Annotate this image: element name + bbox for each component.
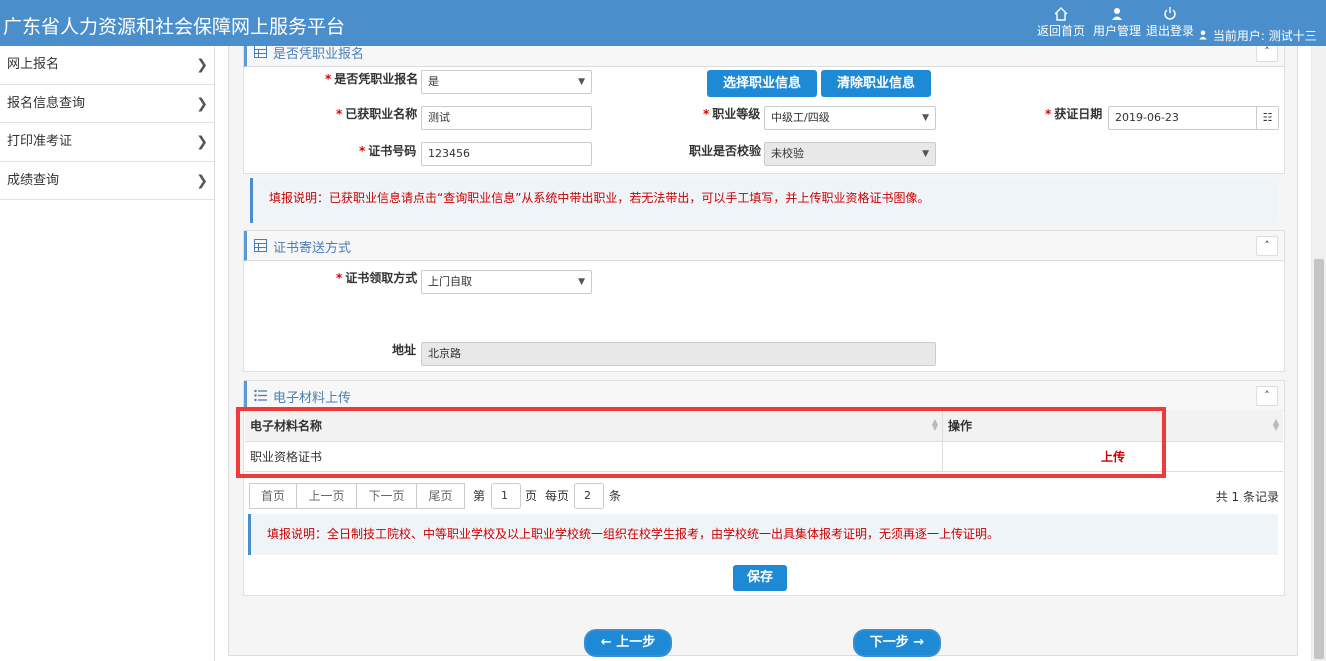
chevron-right-icon: ❯ [196, 95, 208, 112]
address-label: 地址 [392, 343, 417, 357]
verified-select: 未校验 ▼ [764, 142, 936, 166]
list-icon [254, 389, 267, 402]
page-number-input[interactable]: 1 [491, 483, 521, 509]
occupation-panel-title: 是否凭职业报名 [273, 47, 365, 62]
sidebar-item-score-query[interactable]: 成绩查询 ❯ [0, 162, 214, 200]
chevron-right-icon: ❯ [196, 172, 208, 189]
cert-no-input[interactable]: 123456 [421, 142, 592, 166]
chevron-up-icon: ˄ [1264, 389, 1270, 402]
highlight-box [236, 407, 1166, 478]
cert-no-label: * 证书号码 [359, 144, 417, 158]
home-icon [1054, 7, 1068, 21]
chevron-right-icon: ❯ [196, 134, 208, 150]
sidebar: 网上报名 ❯ 报名信息查询 ❯ 打印准考证 ❯ 成绩查询 ❯ [0, 46, 215, 661]
clear-occupation-button[interactable]: 清除职业信息 [821, 70, 931, 97]
chevron-up-icon: ˄ [1264, 46, 1270, 58]
user-management-link[interactable]: 用户管理 [1093, 6, 1141, 38]
save-button[interactable]: 保存 [733, 565, 787, 591]
user-small-icon [1199, 30, 1207, 40]
verified-label: 职业是否校验 [689, 144, 762, 158]
pager-prev-button[interactable]: 上一页 [297, 483, 357, 509]
per-page-suffix-label: 条 [609, 489, 622, 503]
pager-first-button[interactable]: 首页 [249, 483, 297, 509]
pager-next-button[interactable]: 下一页 [357, 483, 417, 509]
cert-delivery-panel-title: 证书寄送方式 [273, 241, 352, 256]
grid-icon [254, 239, 267, 252]
occupation-panel-header: 是否凭职业报名 ˄ [244, 46, 1284, 67]
next-step-button[interactable]: 下一步 → [853, 629, 941, 657]
upload-notice: 填报说明：全日制技工院校、中等职业学校及以上职业学校统一组织在校学生报考，由学校… [248, 514, 1278, 555]
is-by-occupation-label: * 是否凭职业报名 [325, 72, 419, 86]
is-by-occupation-select[interactable]: 是 ▼ [421, 70, 592, 94]
page-prefix-label: 第 [473, 489, 486, 503]
scrollbar-thumb[interactable] [1314, 259, 1324, 659]
calendar-icon[interactable]: ☷ [1256, 107, 1278, 129]
dropdown-arrow-icon: ▼ [578, 277, 585, 287]
chevron-right-icon: ❯ [196, 57, 208, 73]
address-input: 北京路 [421, 342, 936, 366]
logout-link[interactable]: 退出登录 [1146, 6, 1194, 38]
cert-delivery-panel-header: 证书寄送方式 ˄ [244, 231, 1284, 261]
per-page-prefix-label: 每页 [545, 489, 570, 503]
obtain-date-label: * 获证日期 [1045, 107, 1103, 121]
home-link[interactable]: 返回首页 [1037, 6, 1085, 38]
prev-step-button[interactable]: ← 上一步 [584, 629, 672, 657]
sidebar-item-print-admission[interactable]: 打印准考证 ❯ [0, 123, 214, 162]
select-occupation-button[interactable]: 选择职业信息 [707, 70, 817, 97]
occupation-name-label: * 已获职业名称 [336, 107, 418, 121]
occupation-level-label: * 职业等级 [703, 107, 761, 121]
collect-method-label: * 证书领取方式 [336, 271, 418, 285]
per-page-input[interactable]: 2 [574, 483, 604, 509]
total-records: 共 1 条记录 [1215, 490, 1279, 504]
sort-icon: ▲ ▼ [1272, 417, 1279, 432]
main-content: 是否凭职业报名 ˄ * 是否凭职业报名 是 ▼ 选择职业信息 清除职业信息 * 已获职… [215, 46, 1311, 661]
sidebar-item-online-registration[interactable]: 网上报名 ❯ [0, 46, 214, 85]
dropdown-arrow-icon: ▼ [922, 149, 929, 159]
obtain-date-input[interactable]: 2019-06-23 ☷ [1108, 106, 1279, 130]
collapse-button[interactable]: ˄ [1256, 236, 1278, 256]
sidebar-item-registration-query[interactable]: 报名信息查询 ❯ [0, 85, 214, 123]
pager-last-button[interactable]: 尾页 [417, 483, 465, 509]
top-header: 广东省人力资源和社会保障网上服务平台 返回首页 用户管理 退出登录 当前用户: … [0, 0, 1326, 46]
chevron-up-icon: ˄ [1264, 239, 1270, 252]
occupation-name-input[interactable]: 测试 [421, 106, 592, 130]
collapse-button[interactable]: ˄ [1256, 46, 1278, 62]
power-icon [1164, 7, 1176, 20]
occupation-notice: 填报说明：已获职业信息请点击“查询职业信息”从系统中带出职业，若无法带出，可以手… [250, 178, 1278, 223]
dropdown-arrow-icon: ▼ [922, 113, 929, 123]
user-icon [1112, 8, 1122, 20]
grid-icon [254, 46, 267, 58]
collect-method-select[interactable]: 上门自取 ▼ [421, 270, 592, 294]
site-title: 广东省人力资源和社会保障网上服务平台 [3, 16, 346, 38]
current-user: 当前用户: 测试十三 [1197, 27, 1317, 44]
collapse-button[interactable]: ˄ [1256, 386, 1278, 406]
material-upload-panel-title: 电子材料上传 [273, 391, 352, 406]
vertical-scrollbar[interactable] [1311, 46, 1326, 661]
dropdown-arrow-icon: ▼ [578, 77, 585, 87]
occupation-level-select[interactable]: 中级工/四级 ▼ [764, 106, 936, 130]
page-suffix-label: 页 [525, 489, 538, 503]
